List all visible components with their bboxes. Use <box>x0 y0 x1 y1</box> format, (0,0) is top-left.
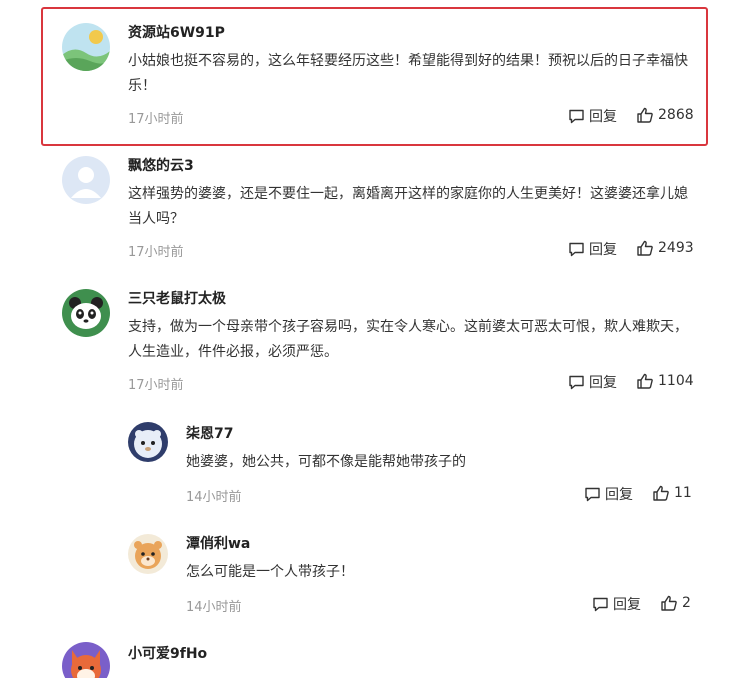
reply-text: 她婆婆，她公共，可都不像是能帮她带孩子的 <box>186 454 466 470</box>
comment-username[interactable]: 飘悠的云3 <box>128 155 194 175</box>
like-button[interactable]: 2 <box>660 594 691 612</box>
reply-text: 怎么可能是一个人带孩子！ <box>186 564 354 580</box>
reply-label: 回复 <box>605 487 633 503</box>
comment-item: 飘悠的云3 这样强势的婆婆，还是不要住一起，离婚离开这样的家庭你的人生更美好！这… <box>0 150 734 282</box>
reply-label: 回复 <box>589 242 617 258</box>
comment-time: 17小时前 <box>128 378 184 393</box>
chat-bubble-icon <box>592 596 609 613</box>
comment-item: 小可爱9fHo <box>0 635 734 678</box>
chat-bubble-icon <box>584 486 601 503</box>
tiger-avatar-icon[interactable] <box>128 534 168 574</box>
thumbs-up-icon <box>652 484 670 502</box>
reply-item: 柒恩77 她婆婆，她公共，可都不像是能帮她带孩子的 14小时前 回复 11 <box>0 410 734 525</box>
chat-bubble-icon <box>568 374 585 391</box>
comment-username[interactable]: 资源站6W91P <box>128 22 225 42</box>
like-count: 2868 <box>658 107 694 123</box>
reply-label: 回复 <box>589 375 617 391</box>
comment-item: 三只老鼠打太极 支持，做为一个母亲带个孩子容易吗，实在令人寒心。这前婆太可恶太可… <box>0 282 734 410</box>
like-count: 2493 <box>658 240 694 256</box>
reply-button[interactable]: 回复 <box>584 484 633 504</box>
thumbs-up-icon <box>636 372 654 390</box>
comment-username[interactable]: 小可爱9fHo <box>128 643 207 663</box>
reply-button[interactable]: 回复 <box>568 106 617 126</box>
thumbs-up-icon <box>636 106 654 124</box>
reply-button[interactable]: 回复 <box>568 372 617 392</box>
like-button[interactable]: 2493 <box>636 239 694 257</box>
like-count: 2 <box>682 595 691 611</box>
reply-username[interactable]: 柒恩77 <box>186 423 233 443</box>
comment-time: 17小时前 <box>128 245 184 260</box>
reply-label: 回复 <box>589 109 617 125</box>
like-button[interactable]: 11 <box>652 484 692 502</box>
reply-time: 14小时前 <box>186 600 242 615</box>
comment-username[interactable]: 三只老鼠打太极 <box>128 288 226 308</box>
comment-time: 17小时前 <box>128 112 184 127</box>
reply-username[interactable]: 潭俏利wa <box>186 533 250 553</box>
panda-avatar-icon[interactable] <box>62 289 110 337</box>
landscape-avatar-icon[interactable] <box>62 23 110 71</box>
comment-text: 支持，做为一个母亲带个孩子容易吗，实在令人寒心。这前婆太可恶太可恨，欺人难欺天，… <box>128 319 688 360</box>
reply-time: 14小时前 <box>186 490 242 505</box>
reply-item: 潭俏利wa 怎么可能是一个人带孩子！ 14小时前 回复 2 <box>0 525 734 635</box>
chat-bubble-icon <box>568 108 585 125</box>
like-button[interactable]: 1104 <box>636 372 694 390</box>
like-count: 11 <box>674 485 692 501</box>
thumbs-up-icon <box>660 594 678 612</box>
fox-avatar-icon[interactable] <box>62 642 110 678</box>
default-user-avatar-icon[interactable] <box>62 156 110 204</box>
like-button[interactable]: 2868 <box>636 106 694 124</box>
like-count: 1104 <box>658 373 694 389</box>
reply-button[interactable]: 回复 <box>592 594 641 614</box>
comment-text: 这样强势的婆婆，还是不要住一起，离婚离开这样的家庭你的人生更美好！这婆婆还拿儿媳… <box>128 186 688 227</box>
comment-item: 资源站6W91P 小姑娘也挺不容易的，这么年轻要经历这些！希望能得到好的结果！预… <box>0 0 734 150</box>
reply-label: 回复 <box>613 597 641 613</box>
comment-text: 小姑娘也挺不容易的，这么年轻要经历这些！希望能得到好的结果！预祝以后的日子幸福快… <box>128 53 688 94</box>
thumbs-up-icon <box>636 239 654 257</box>
reply-button[interactable]: 回复 <box>568 239 617 259</box>
bear-astronaut-avatar-icon[interactable] <box>128 422 168 462</box>
chat-bubble-icon <box>568 241 585 258</box>
